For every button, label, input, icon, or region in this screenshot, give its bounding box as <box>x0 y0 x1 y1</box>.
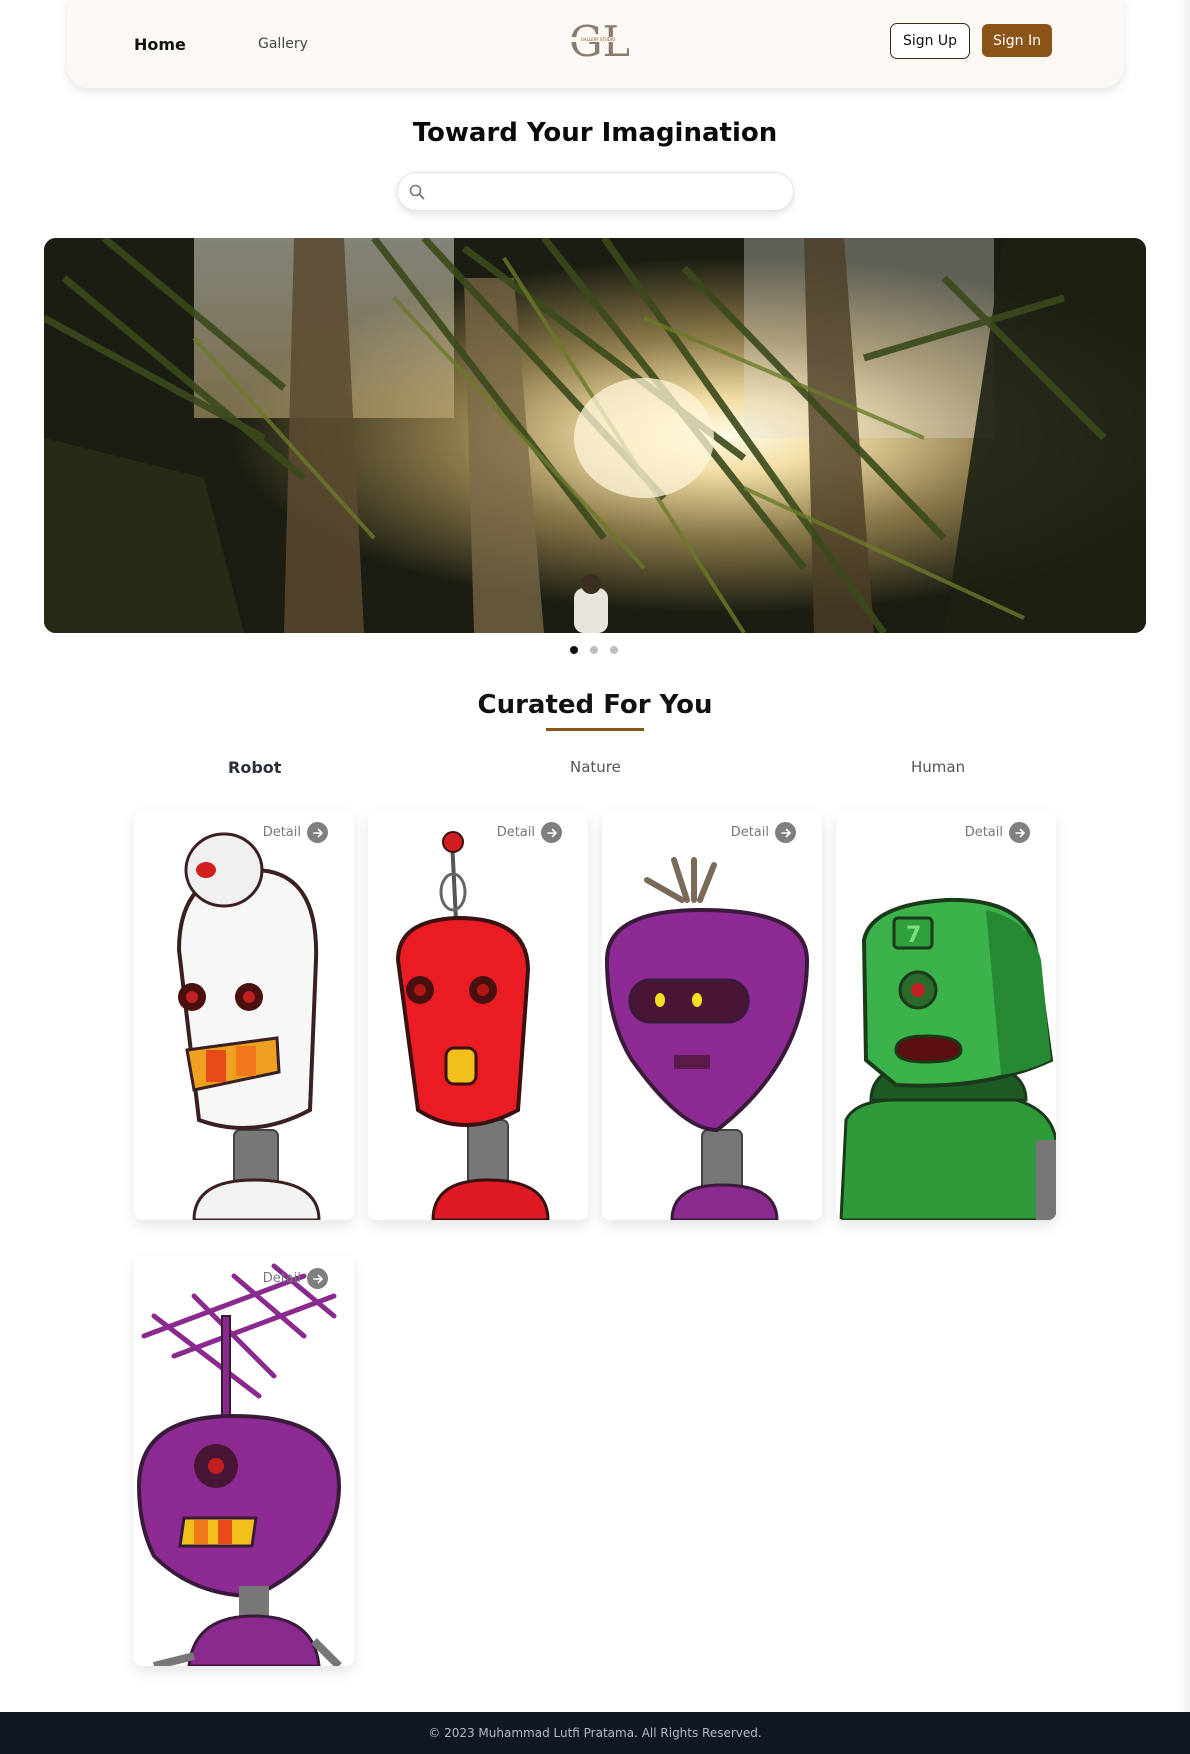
curated-title: Curated For You <box>477 690 713 720</box>
card-detail-link[interactable]: Detail <box>497 822 562 843</box>
green-robot-image: 7 <box>839 897 1056 1220</box>
card-red-robot[interactable]: Detail <box>368 810 588 1220</box>
sign-up-button[interactable]: Sign Up <box>890 23 970 59</box>
logo-subtext: GALLERY STUDIO <box>581 37 615 42</box>
tab-robot[interactable]: Robot <box>228 758 281 777</box>
carousel-indicators <box>570 646 618 654</box>
carousel-dot-1[interactable] <box>570 646 578 654</box>
sign-in-button[interactable]: Sign In <box>982 24 1052 57</box>
tab-human[interactable]: Human <box>911 758 965 776</box>
card-detail-link[interactable]: Detail <box>965 822 1030 843</box>
search-bar[interactable] <box>397 172 794 211</box>
card-detail-link[interactable]: Detail <box>263 822 328 843</box>
tab-nature[interactable]: Nature <box>570 758 621 776</box>
footer-copyright: © 2023 Muhammad Lutfi Pratama. All Right… <box>428 1726 762 1740</box>
hero-carousel[interactable] <box>44 238 1146 633</box>
white-robot-image <box>176 832 321 1220</box>
logo[interactable]: GL GALLERY STUDIO <box>567 17 630 66</box>
purple-robot-image <box>604 857 810 1220</box>
nav-home-link[interactable]: Home <box>134 35 186 54</box>
search-input[interactable] <box>434 179 774 205</box>
page-edge-shadow <box>1176 0 1190 1712</box>
detail-label: Detail <box>262 825 301 840</box>
nav-gallery-link[interactable]: Gallery <box>258 36 308 52</box>
arrow-right-icon <box>1009 822 1030 843</box>
purple-antenna-robot-image <box>136 1263 342 1666</box>
arrow-right-icon <box>307 1268 328 1289</box>
carousel-dot-2[interactable] <box>590 646 598 654</box>
card-purple-antenna-robot[interactable]: Detail <box>134 1256 354 1666</box>
footer: © 2023 Muhammad Lutfi Pratama. All Right… <box>0 1712 1190 1754</box>
card-detail-link[interactable]: Detail <box>263 1268 328 1289</box>
carousel-slide-image <box>44 238 1146 633</box>
detail-label: Detail <box>730 825 769 840</box>
svg-text:7: 7 <box>906 923 921 948</box>
arrow-right-icon <box>307 822 328 843</box>
detail-label: Detail <box>496 825 535 840</box>
detail-label: Detail <box>964 825 1003 840</box>
red-robot-image <box>395 831 550 1220</box>
navbar: Home Gallery GL GALLERY STUDIO Sign Up S… <box>67 0 1124 88</box>
arrow-right-icon <box>541 822 562 843</box>
card-white-robot[interactable]: Detail <box>134 810 354 1220</box>
card-purple-robot[interactable]: Detail <box>602 810 822 1220</box>
card-detail-link[interactable]: Detail <box>731 822 796 843</box>
hero-title: Toward Your Imagination <box>412 118 778 148</box>
curated-title-underline <box>546 728 644 731</box>
carousel-dot-3[interactable] <box>610 646 618 654</box>
search-icon <box>408 183 426 201</box>
card-green-robot[interactable]: 7 Detail <box>836 810 1056 1220</box>
arrow-right-icon <box>775 822 796 843</box>
detail-label: Detail <box>262 1271 301 1286</box>
